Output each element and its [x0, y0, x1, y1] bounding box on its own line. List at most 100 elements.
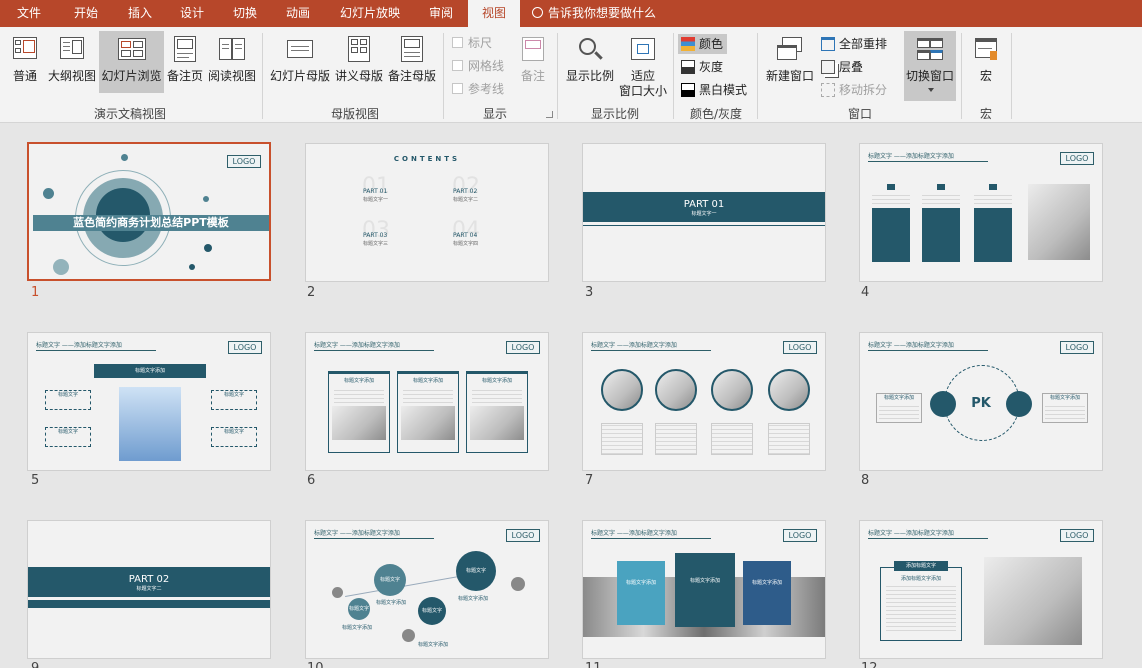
color-button[interactable]: 颜色 [678, 34, 728, 54]
reading-view-label: 阅读视图 [207, 69, 256, 83]
gridlines-checkbox[interactable]: 网格线 [452, 57, 504, 75]
tab-animations[interactable]: 动画 [272, 0, 324, 27]
tab-file[interactable]: 文件 [0, 0, 58, 27]
slide-sorter-button[interactable]: 幻灯片浏览 [99, 31, 164, 93]
slide-thumbnail-5[interactable]: LOGO 标题文字 ——添加标题文字添加 标题文字添加 标题文字 标题文字 标题… [27, 332, 271, 471]
slide-number: 12 [861, 661, 878, 668]
slide-number: 2 [307, 285, 316, 300]
gridlines-label: 网格线 [468, 59, 505, 73]
tab-home[interactable]: 开始 [58, 0, 114, 27]
slide-thumbnail-1[interactable]: LOGO 蓝色简约商务计划总结PPT模板 [27, 142, 271, 281]
handout-master-button[interactable]: 讲义母版 [333, 31, 385, 93]
group-separator [1011, 33, 1012, 119]
zoom-label: 显示比例 [565, 69, 614, 83]
slide-sorter-icon [117, 35, 146, 65]
tab-review[interactable]: 审阅 [416, 0, 466, 27]
slide-thumbnail-12[interactable]: LOGO 标题文字 ——添加标题文字添加 添加标题文字 添加标题文字添加 [859, 520, 1103, 659]
slide-sorter-pane[interactable]: LOGO 蓝色简约商务计划总结PPT模板 1 CONTENTS 01 PART … [0, 124, 1142, 668]
magnifier-icon [576, 35, 604, 65]
group-separator [673, 33, 674, 119]
slide-master-label: 幻灯片母版 [269, 69, 330, 83]
fit-window-icon [629, 35, 657, 65]
slide-title: 蓝色简约商务计划总结PPT模板 [33, 215, 269, 231]
slide-number: 7 [585, 473, 594, 488]
contents-part: PART 02 [453, 188, 478, 195]
slide-header: 标题文字 ——添加标题文字添加 [868, 342, 954, 349]
slide-thumbnail-11[interactable]: LOGO 标题文字 ——添加标题文字添加 标题文字添加 标题文字添加 标题文字添… [582, 520, 826, 659]
dialog-launcher-icon[interactable] [546, 111, 553, 118]
notes-page-button[interactable]: 备注页 [165, 31, 205, 93]
black-white-button[interactable]: 黑白模式 [681, 80, 747, 100]
guides-label: 参考线 [468, 82, 505, 96]
arrange-all-button[interactable]: 全部重排 [821, 34, 887, 54]
reading-view-button[interactable]: 阅读视图 [206, 31, 258, 93]
slide-thumbnail-10[interactable]: LOGO 标题文字 ——添加标题文字添加 标题文字 标题文字 标题文字 标题文字… [305, 520, 549, 659]
card-subtitle: 添加标题文字添加 [900, 576, 941, 582]
slide-thumbnail-4[interactable]: LOGO 标题文字 ——添加标题文字添加 [859, 143, 1103, 282]
guides-checkbox[interactable]: 参考线 [452, 80, 504, 98]
macros-button[interactable]: 宏 [966, 31, 1006, 93]
contents-part: PART 01 [363, 188, 388, 195]
switch-windows-button[interactable]: 切换窗口 [904, 31, 956, 101]
logo-box: LOGO [506, 341, 540, 354]
slide-header: 标题文字 ——添加标题文字添加 [591, 342, 677, 349]
tell-me-search[interactable]: 告诉我你想要做什么 [532, 0, 656, 27]
bubble-label: 标题文字添加 [342, 625, 373, 631]
grayscale-button[interactable]: 灰度 [681, 57, 723, 77]
move-split-button[interactable]: 移动拆分 [821, 80, 887, 100]
ribbon-tab-bar: 文件 开始 插入 设计 切换 动画 幻灯片放映 审阅 视图 告诉我你想要做什么 [0, 0, 1142, 28]
ruler-checkbox[interactable]: 标尺 [452, 34, 492, 52]
black-white-label: 黑白模式 [699, 83, 748, 97]
contents-sub: 标题文字四 [453, 241, 479, 247]
normal-view-button[interactable]: 普通 [4, 31, 46, 93]
part-subtitle: 标题文字一 [691, 211, 717, 217]
notes-master-button[interactable]: 备注母版 [386, 31, 438, 93]
contents-heading: CONTENTS [393, 155, 461, 163]
bubble-label: 标题文字添加 [458, 596, 489, 602]
tab-view[interactable]: 视图 [468, 0, 520, 28]
card-title: 标题文字添加 [343, 378, 374, 384]
contents-part: PART 04 [453, 232, 478, 239]
slide-number: 1 [31, 285, 40, 300]
part-subtitle: 标题文字二 [136, 586, 162, 592]
fit-to-window-button[interactable]: 适应 窗口大小 [617, 31, 669, 103]
logo-box: LOGO [1060, 529, 1094, 542]
slide-thumbnail-7[interactable]: LOGO 标题文字 ——添加标题文字添加 [582, 332, 826, 471]
slide-thumbnail-9[interactable]: PART 02 标题文字二 [27, 520, 271, 659]
side-title: 标题文字添加 [883, 395, 914, 401]
slide-thumbnail-8[interactable]: LOGO 标题文字 ——添加标题文字添加 PK 标题文字添加 标题文字添加 [859, 332, 1103, 471]
cascade-button[interactable]: 层叠 [821, 57, 863, 77]
tab-transitions[interactable]: 切换 [218, 0, 272, 27]
center-label: 标题文字添加 [94, 364, 206, 378]
notes-toggle-button[interactable]: 备注 [513, 31, 553, 93]
tab-design[interactable]: 设计 [166, 0, 218, 27]
slide-number: 5 [31, 473, 40, 488]
group-label-macros: 宏 [979, 107, 992, 121]
move-split-icon [821, 83, 835, 97]
color-swatch-icon [681, 37, 695, 51]
group-separator [757, 33, 758, 119]
contents-sub: 标题文字三 [363, 241, 389, 247]
logo-box: LOGO [227, 155, 261, 168]
grayscale-icon [681, 60, 695, 74]
cascade-label: 层叠 [839, 60, 864, 74]
group-separator [961, 33, 962, 119]
slide-thumbnail-3[interactable]: PART 01 标题文字一 [582, 143, 826, 282]
slide-number: 8 [861, 473, 870, 488]
notes-page-icon [171, 35, 199, 65]
outline-view-button[interactable]: 大纲视图 [46, 31, 98, 93]
slide-thumbnail-6[interactable]: LOGO 标题文字 ——添加标题文字添加 标题文字添加 标题文字添加 标题文字添… [305, 332, 549, 471]
card-title: 标题文字添加 [481, 378, 512, 384]
new-window-button[interactable]: 新建窗口 [762, 31, 818, 93]
part-band: PART 01 标题文字一 [583, 192, 825, 222]
slide-thumbnail-2[interactable]: CONTENTS 01 PART 01 标题文字一 02 PART 02 标题文… [305, 143, 549, 282]
slide-master-button[interactable]: 幻灯片母版 [268, 31, 332, 93]
tab-slideshow[interactable]: 幻灯片放映 [324, 0, 416, 27]
logo-box: LOGO [783, 529, 817, 542]
switch-windows-icon [916, 35, 944, 65]
contents-sub: 标题文字一 [363, 197, 389, 203]
tab-insert[interactable]: 插入 [114, 0, 166, 27]
tell-me-text: 告诉我你想要做什么 [548, 6, 657, 20]
zoom-button[interactable]: 显示比例 [562, 31, 618, 93]
card-title: 标题文字添加 [689, 578, 720, 584]
